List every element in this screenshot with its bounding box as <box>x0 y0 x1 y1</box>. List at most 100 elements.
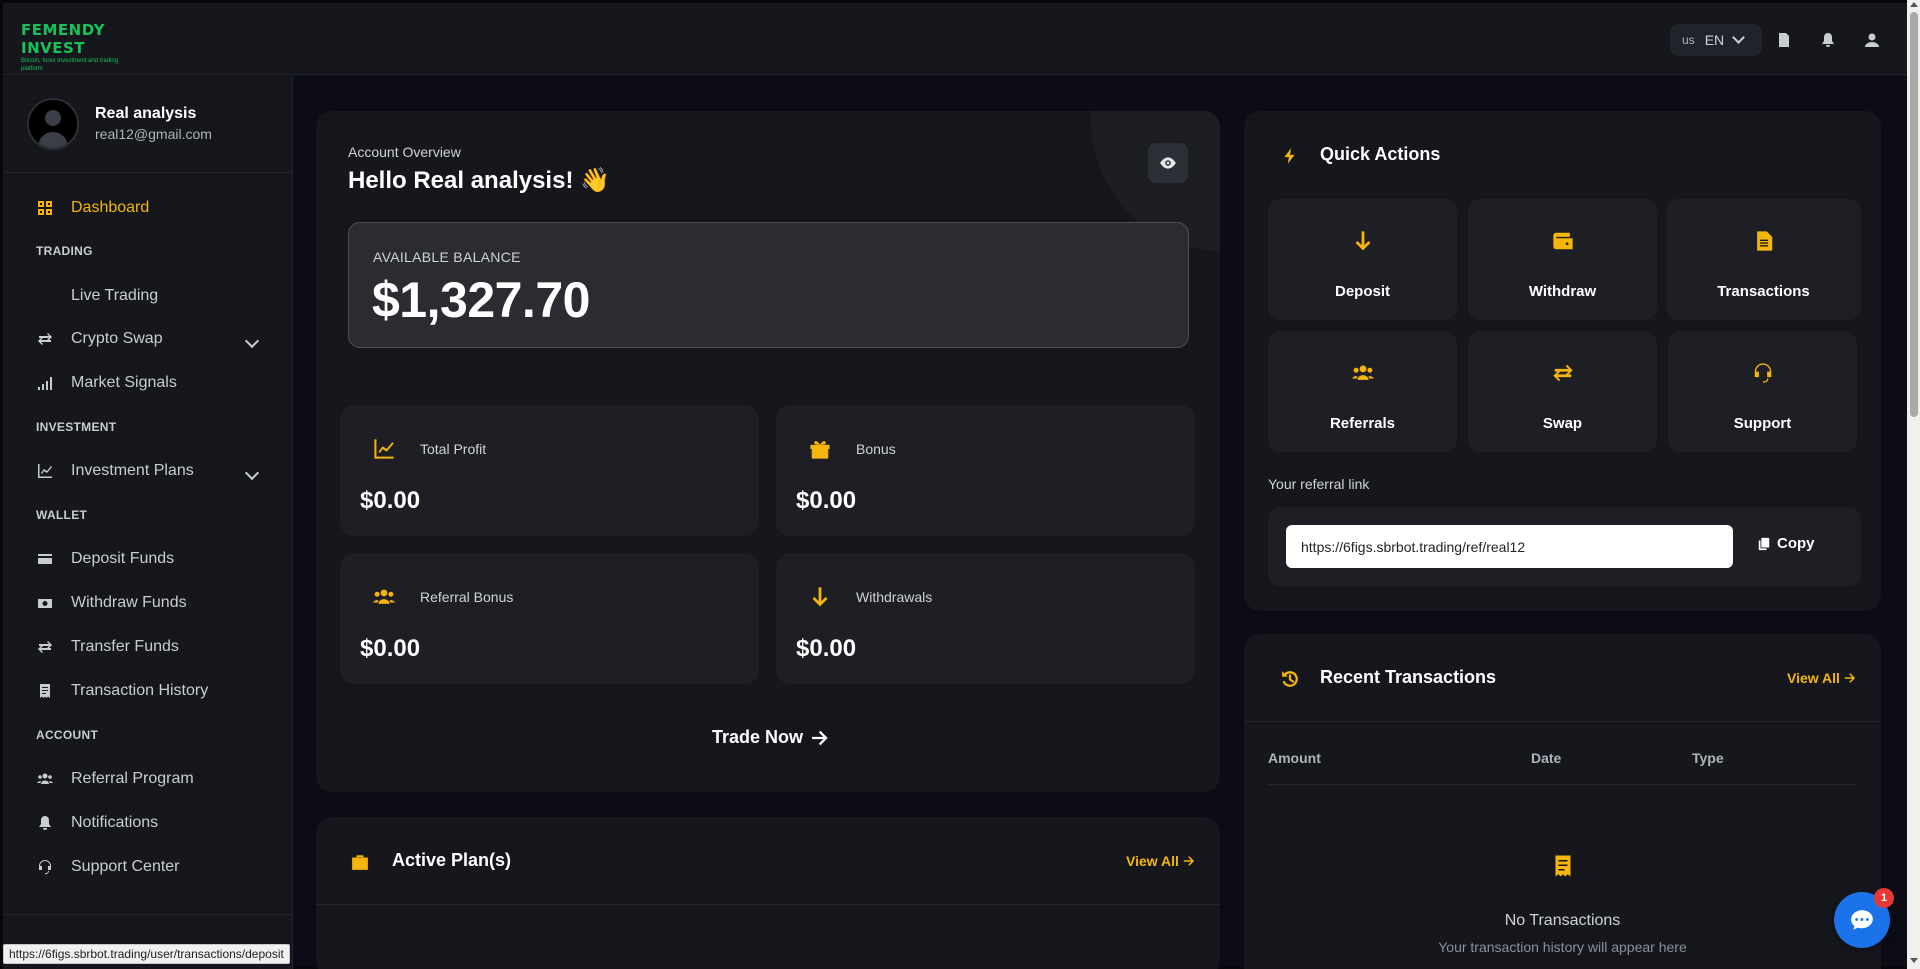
chat-unread-badge: 1 <box>1874 888 1894 908</box>
swap-icon <box>35 329 55 349</box>
section-label-account: ACCOUNT <box>36 728 99 742</box>
toggle-balance-visibility-button[interactable] <box>1148 143 1188 183</box>
language-selector[interactable]: us EN <box>1670 24 1762 56</box>
sidebar-item-label: Transaction History <box>71 682 209 699</box>
sidebar-item-withdraw-funds[interactable]: Withdraw Funds <box>35 593 187 613</box>
sidebar-item-label: Crypto Swap <box>71 330 163 347</box>
logo-tagline: Bitcoin, forex investment and trading pl… <box>21 58 119 72</box>
sidebar-item-label: Market Signals <box>71 374 177 391</box>
sidebar-item-label: Live Trading <box>71 287 159 304</box>
copy-label: Copy <box>1777 535 1815 552</box>
quick-action-withdraw[interactable]: Withdraw <box>1468 199 1657 320</box>
sidebar-item-label: Deposit Funds <box>71 550 175 567</box>
sidebar-item-label: Referral Program <box>71 770 194 787</box>
quick-action-support[interactable]: Support <box>1668 331 1857 452</box>
scrollbar-thumb[interactable] <box>1910 12 1918 417</box>
user-icon[interactable] <box>1862 30 1882 50</box>
quick-action-deposit[interactable]: Deposit <box>1268 199 1457 320</box>
sidebar-item-referral-program[interactable]: Referral Program <box>35 769 194 789</box>
headset-icon <box>35 857 55 877</box>
grid-icon <box>35 198 55 218</box>
quick-action-label: Referrals <box>1329 415 1396 432</box>
column-header-date[interactable]: Date <box>1531 750 1561 766</box>
brand-logo[interactable]: FEMENDY INVEST Bitcoin, forex investment… <box>21 21 131 72</box>
referral-link-input[interactable] <box>1286 525 1733 568</box>
language-code: EN <box>1704 32 1725 48</box>
sidebar-item-transaction-history[interactable]: Transaction History <box>35 681 208 701</box>
account-overview-card: Account Overview Hello Real analysis! 👋 … <box>316 111 1220 792</box>
quick-actions-card: Quick Actions Deposit Withdraw Transacti… <box>1244 111 1881 611</box>
history-icon <box>1280 669 1300 689</box>
sidebar-item-label: Dashboard <box>71 199 150 216</box>
profile-name: Real analysis <box>95 105 197 122</box>
chart-line-icon <box>372 437 396 461</box>
sidebar-item-support-center[interactable]: Support Center <box>35 857 180 877</box>
active-plans-view-all-link[interactable]: View All <box>1126 853 1195 869</box>
file-icon <box>1666 229 1861 253</box>
balance-panel: AVAILABLE BALANCE $1,327.70 <box>348 222 1189 348</box>
trade-now-label: Trade Now <box>712 727 804 747</box>
stat-label: Withdrawals <box>856 589 933 605</box>
arrow-down-icon <box>1268 229 1457 253</box>
receipt-icon <box>1550 852 1576 880</box>
sidebar-item-dashboard[interactable]: Dashboard <box>35 198 149 218</box>
user-profile[interactable]: Real analysis real12@gmail.com <box>27 98 212 150</box>
empty-state-subtitle: Your transaction history will appear her… <box>1438 939 1687 955</box>
divider <box>1268 784 1857 785</box>
column-header-amount[interactable]: Amount <box>1268 750 1321 766</box>
quick-action-swap[interactable]: Swap <box>1468 331 1657 452</box>
arrow-right-icon <box>812 730 828 745</box>
chevron-down-icon[interactable] <box>244 465 260 481</box>
sidebar-item-notifications[interactable]: Notifications <box>35 813 158 833</box>
chevron-down-icon[interactable] <box>244 333 260 349</box>
arrow-right-icon <box>1183 856 1195 866</box>
logo-text: FEMENDY INVEST <box>21 21 105 57</box>
bell-icon[interactable] <box>1818 30 1838 50</box>
sidebar-item-market-signals[interactable]: Market Signals <box>35 373 177 393</box>
stat-value: $0.00 <box>796 635 857 662</box>
quick-action-referrals[interactable]: Referrals <box>1268 331 1457 452</box>
sidebar-item-investment-plans[interactable]: Investment Plans <box>35 461 194 481</box>
trade-now-button[interactable]: Trade Now <box>712 727 829 748</box>
divider <box>3 172 293 173</box>
balance-value: $1,327.70 <box>372 272 590 328</box>
scroll-down-arrow-icon[interactable] <box>1910 958 1918 963</box>
avatar <box>27 98 79 150</box>
quick-action-transactions[interactable]: Transactions <box>1666 199 1861 320</box>
column-header-type[interactable]: Type <box>1692 750 1724 766</box>
stat-label: Total Profit <box>420 441 487 457</box>
empty-state-title: No Transactions <box>1504 912 1621 929</box>
sidebar-item-deposit-funds[interactable]: Deposit Funds <box>35 549 174 569</box>
recent-transactions-title: Recent Transactions <box>1320 667 1497 687</box>
overview-label: Account Overview <box>348 144 461 160</box>
stat-label: Referral Bonus <box>420 589 514 605</box>
money-icon <box>35 593 55 613</box>
sidebar-item-label: Investment Plans <box>71 462 194 479</box>
recent-transactions-card: Recent Transactions View All Amount Date… <box>1244 634 1881 969</box>
profile-email: real12@gmail.com <box>95 126 212 142</box>
sidebar-item-crypto-swap[interactable]: Crypto Swap <box>35 329 163 349</box>
sidebar-item-transfer-funds[interactable]: Transfer Funds <box>35 637 179 657</box>
sidebar-item-live-trading[interactable]: Live Trading <box>35 286 158 306</box>
sidebar-item-label: Transfer Funds <box>71 638 179 655</box>
document-icon[interactable] <box>1774 30 1794 50</box>
divider <box>1244 721 1881 722</box>
arrow-down-icon <box>808 585 832 609</box>
chat-icon <box>1851 910 1873 930</box>
divider <box>3 914 293 915</box>
active-plans-card: Active Plan(s) View All <box>316 817 1220 969</box>
users-icon <box>35 769 55 789</box>
stat-card-bonus: Bonus $0.00 <box>776 405 1195 536</box>
recent-transactions-view-all-link[interactable]: View All <box>1787 670 1856 686</box>
scroll-up-arrow-icon[interactable] <box>1910 2 1918 7</box>
copy-button[interactable]: Copy <box>1757 535 1815 552</box>
stat-value: $0.00 <box>796 487 857 514</box>
language-flag: us <box>1682 33 1695 47</box>
copy-icon <box>1758 537 1770 550</box>
chevron-down-icon <box>1732 31 1746 44</box>
stat-card-total-profit: Total Profit $0.00 <box>340 405 759 536</box>
users-icon <box>372 585 396 609</box>
section-label-trading: TRADING <box>36 244 93 258</box>
briefcase-icon <box>350 852 370 872</box>
headset-icon <box>1668 361 1857 385</box>
